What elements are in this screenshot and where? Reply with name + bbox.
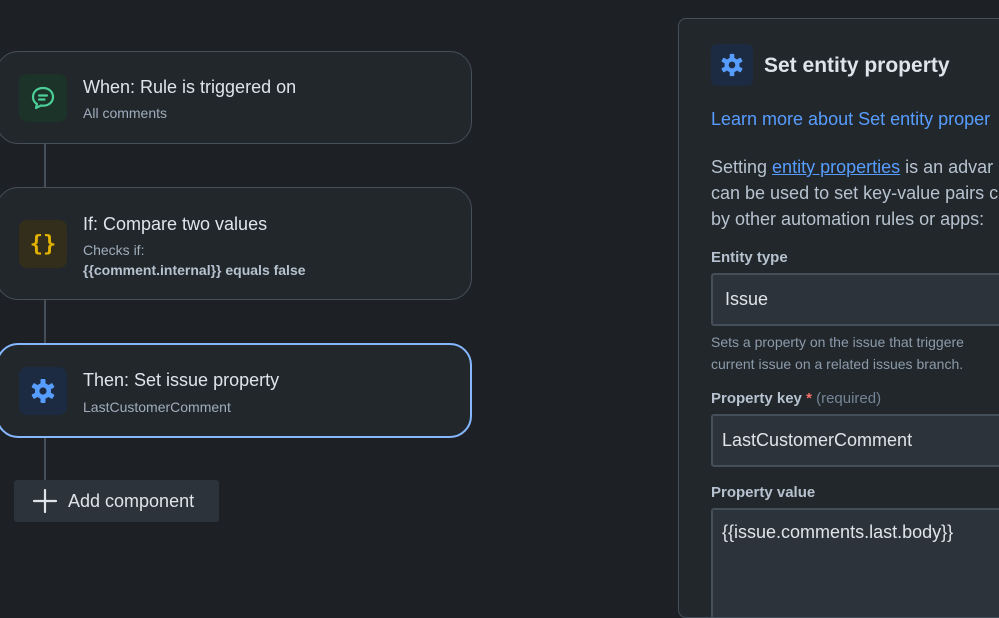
required-marker: * xyxy=(806,390,812,407)
entity-type-label: Entity type xyxy=(711,249,788,266)
property-key-input[interactable]: LastCustomerComment xyxy=(711,414,999,467)
learn-more-link[interactable]: Learn more about Set entity proper xyxy=(711,109,990,130)
action-subtitle: LastCustomerComment xyxy=(83,399,231,415)
plus-icon xyxy=(32,488,58,514)
gear-icon xyxy=(711,44,753,86)
config-panel: Set entity property Learn more about Set… xyxy=(678,18,999,618)
trigger-subtitle: All comments xyxy=(83,105,168,121)
entity-type-select[interactable]: Issue xyxy=(711,273,999,326)
action-title: Then: Set issue property xyxy=(83,370,280,390)
panel-title: Set entity property xyxy=(764,54,950,77)
entity-type-help: Sets a property on the issue that trigge… xyxy=(711,334,964,350)
condition-subtitle: Checks if: xyxy=(83,242,145,258)
add-component-button[interactable]: Add component xyxy=(14,480,219,522)
property-key-label: Property key * (required) xyxy=(711,390,881,407)
braces-icon: {} xyxy=(19,220,67,268)
connector-line xyxy=(44,299,46,344)
description-line: by other automation rules or apps: xyxy=(711,209,985,229)
property-key-label-text: Property key xyxy=(711,390,802,407)
condition-card[interactable]: {} If: Compare two values Checks if: {{c… xyxy=(0,187,472,300)
add-component-label: Add component xyxy=(68,490,195,511)
action-card[interactable]: Then: Set issue property LastCustomerCom… xyxy=(0,343,472,438)
connector-line xyxy=(44,143,46,189)
property-value-text: {{issue.comments.last.body}} xyxy=(722,522,954,542)
property-value-input[interactable]: {{issue.comments.last.body}} xyxy=(711,508,999,617)
trigger-card[interactable]: When: Rule is triggered on All comments xyxy=(0,51,472,144)
entity-type-value: Issue xyxy=(725,289,769,309)
condition-detail: {{comment.internal}} equals false xyxy=(83,262,306,278)
desc-text: Setting xyxy=(711,157,773,177)
condition-title: If: Compare two values xyxy=(83,214,268,234)
gear-icon xyxy=(19,367,67,415)
trigger-title: When: Rule is triggered on xyxy=(83,77,297,97)
property-key-value: LastCustomerComment xyxy=(722,430,913,450)
property-value-label: Property value xyxy=(711,484,816,501)
comment-icon xyxy=(19,74,67,122)
entity-properties-link[interactable]: entity properties xyxy=(772,157,900,177)
desc-text: is an advar xyxy=(900,157,994,177)
entity-type-help: current issue on a related issues branch… xyxy=(711,356,964,372)
connector-line xyxy=(44,437,46,480)
description-line: Setting entity properties is an advar xyxy=(711,157,993,178)
required-text: (required) xyxy=(816,390,882,407)
description-line: can be used to set key-value pairs c xyxy=(711,183,999,203)
